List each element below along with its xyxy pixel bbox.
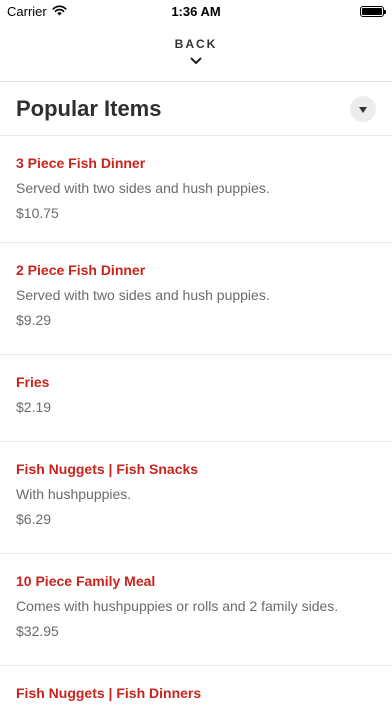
status-left: Carrier: [7, 4, 67, 19]
item-name: 3 Piece Fish Dinner: [16, 155, 146, 171]
item-description: Served with two sides and hush puppies.: [16, 287, 270, 303]
item-name: Fish Nuggets | Fish Dinners: [16, 685, 202, 701]
battery-icon: [360, 5, 386, 17]
item-description: Comes with hushpuppies or rolls and 2 fa…: [16, 598, 339, 614]
back-label: BACK: [174, 37, 218, 51]
carrier-label: Carrier: [7, 3, 47, 19]
item-name: 10 Piece Family Meal: [16, 573, 156, 589]
section-header: Popular Items: [0, 82, 392, 136]
wifi-icon: [52, 4, 67, 19]
item-name: 2 Piece Fish Dinner: [16, 262, 146, 278]
item-price: $32.95: [16, 623, 59, 639]
menu-item[interactable]: Fish Nuggets | Fish Snacks With hushpupp…: [0, 442, 392, 554]
menu-item[interactable]: Fries $2.19: [0, 355, 392, 442]
item-description: Served with two sides and hush puppies.: [16, 180, 270, 196]
menu-item[interactable]: 3 Piece Fish Dinner Served with two side…: [0, 136, 392, 243]
item-price: $6.29: [16, 511, 52, 527]
chevron-down-icon: [190, 52, 202, 70]
item-name: Fish Nuggets | Fish Snacks: [16, 461, 199, 477]
item-description: With hushpuppies.: [16, 486, 132, 502]
item-price: $9.29: [16, 312, 52, 328]
collapse-toggle-button[interactable]: [350, 95, 376, 122]
menu-item[interactable]: 10 Piece Family Meal Comes with hushpupp…: [0, 554, 392, 666]
back-button[interactable]: BACK: [0, 22, 392, 82]
status-bar: Carrier 1:36 AM: [0, 0, 392, 22]
menu-item[interactable]: 2 Piece Fish Dinner Served with two side…: [0, 243, 392, 355]
triangle-down-icon: [359, 100, 367, 118]
item-price: $2.19: [16, 399, 52, 415]
menu-item-list: 3 Piece Fish Dinner Served with two side…: [0, 136, 392, 726]
item-price: $10.75: [16, 205, 59, 221]
item-name: Fries: [16, 374, 50, 390]
section-title: Popular Items: [16, 95, 162, 121]
menu-item[interactable]: Fish Nuggets | Fish Dinners: [0, 666, 392, 726]
